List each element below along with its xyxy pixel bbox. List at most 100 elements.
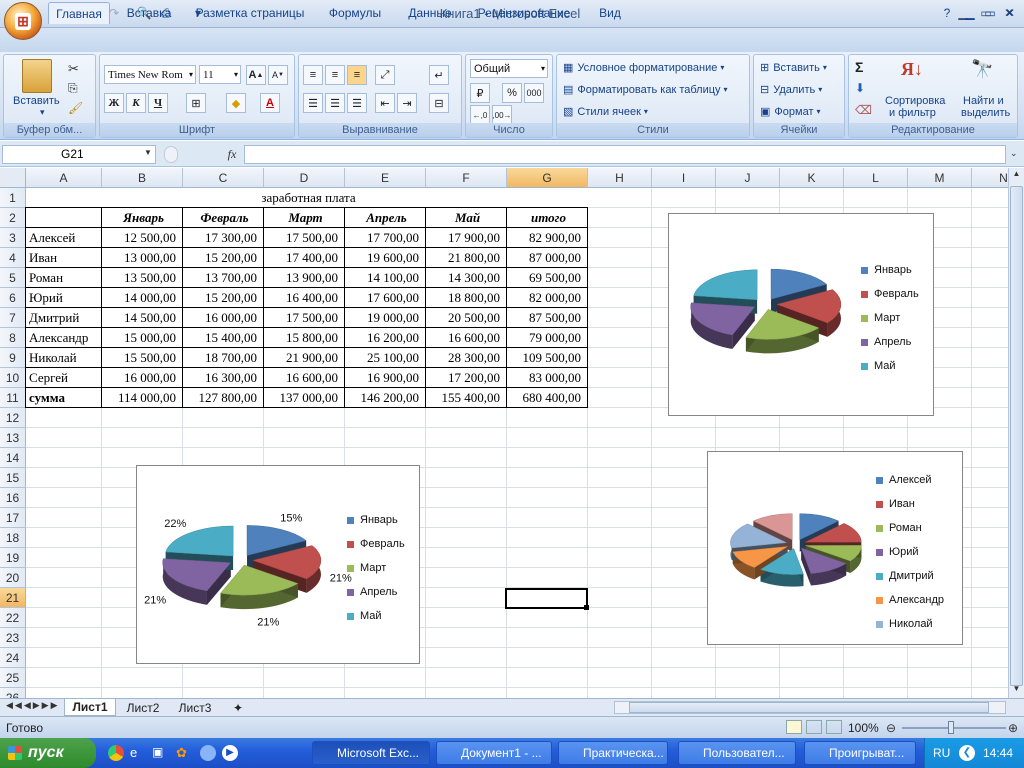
insert-function-button[interactable]: fx — [222, 145, 242, 164]
app-icon[interactable]: ✿ — [176, 745, 192, 761]
value-cell[interactable]: 16 900,00 — [344, 367, 426, 388]
tab-home[interactable]: Главная — [48, 2, 110, 24]
chart-pie-employees[interactable]: Алексей Иван Роман Юрий Дмитрий Александр Нико… — [707, 451, 963, 645]
chart-pie-months-percent[interactable]: 15% 21% 21% 21% 22% Январь Февраль Март Апрель М… — [136, 465, 420, 664]
page-break-view-icon[interactable] — [826, 720, 842, 734]
desktop-icon[interactable]: ▣ — [152, 745, 168, 761]
value-cell[interactable]: 13 000,00 — [101, 247, 183, 268]
column-header[interactable]: N — [972, 168, 1008, 188]
row-header[interactable]: 19 — [0, 548, 26, 568]
employee-name-cell[interactable]: Иван — [25, 247, 102, 268]
grow-font-button[interactable]: A ▲ — [246, 65, 266, 85]
value-cell[interactable]: 19 000,00 — [344, 307, 426, 328]
format-painter-icon[interactable]: 🖌 — [68, 101, 83, 115]
employee-name-cell[interactable]: Роман — [25, 267, 102, 288]
employee-name-cell[interactable]: Николай — [25, 347, 102, 368]
column-header[interactable]: C — [183, 168, 264, 188]
horizontal-scrollbar[interactable] — [614, 701, 1006, 714]
value-cell[interactable]: 17 700,00 — [344, 227, 426, 248]
sheet-nav-icon[interactable]: ◀◀◀▶▶▶ — [6, 700, 60, 711]
merge-center-icon[interactable]: ⊟ — [429, 93, 449, 113]
decrease-decimal-icon[interactable]: ,00→ — [492, 105, 512, 125]
value-cell[interactable]: 15 500,00 — [101, 347, 183, 368]
value-cell[interactable]: 15 400,00 — [182, 327, 264, 348]
zoom-level[interactable]: 100% — [848, 721, 879, 735]
format-as-table-button[interactable]: ▤ Форматировать как таблицу ▾ — [563, 83, 728, 97]
column-label-cell[interactable]: Январь — [101, 207, 183, 228]
row-header[interactable]: 11 — [0, 388, 26, 408]
scroll-down-icon[interactable]: ▼ — [1010, 684, 1023, 698]
value-cell[interactable]: 21 900,00 — [263, 347, 345, 368]
active-cell-cursor[interactable] — [505, 588, 588, 609]
shrink-font-button[interactable]: A ▼ — [268, 65, 288, 85]
tray-icon[interactable]: ❮ — [959, 745, 975, 761]
paste-button[interactable]: Вставить — [13, 95, 60, 107]
row-header[interactable]: 1 — [0, 188, 26, 208]
value-cell[interactable]: 18 800,00 — [425, 287, 507, 308]
align-left-icon[interactable]: ☰ — [303, 93, 323, 113]
worksheet-grid[interactable]: ABCDEFGHIJKLMN 1 2 3 4 5 6 7 8 9 10 11 12 13 14 15 16 17… — [0, 168, 1008, 698]
row-header[interactable]: 23 — [0, 628, 26, 648]
increase-decimal-icon[interactable]: ←,0 — [470, 105, 490, 125]
percent-button[interactable]: % — [502, 83, 522, 103]
value-cell[interactable]: 79 000,00 — [506, 327, 588, 348]
column-label-cell[interactable]: Февраль — [182, 207, 264, 228]
clear-icon[interactable]: ⌫ — [855, 103, 872, 117]
tab-formulas[interactable]: Формулы — [322, 2, 388, 24]
task-excel[interactable]: Microsoft Exc... — [312, 741, 430, 765]
column-header[interactable]: D — [264, 168, 345, 188]
column-header[interactable]: I — [652, 168, 716, 188]
pie-slice[interactable] — [693, 269, 758, 301]
increase-indent-icon[interactable]: ⇥ — [397, 93, 417, 113]
orientation-icon[interactable]: ⤢ — [375, 65, 395, 85]
select-all-corner[interactable] — [0, 168, 26, 188]
autosum-icon[interactable]: Σ — [855, 59, 863, 75]
sheet-tab-1[interactable]: Лист1 — [64, 699, 116, 716]
row-header[interactable]: 4 — [0, 248, 26, 268]
italic-button[interactable]: К — [126, 93, 146, 113]
value-cell[interactable]: 83 000,00 — [506, 367, 588, 388]
task-word[interactable]: Документ1 - ... — [436, 741, 552, 765]
value-cell[interactable]: 19 600,00 — [344, 247, 426, 268]
chevron-down-icon[interactable]: ▼ — [144, 148, 152, 157]
row-header[interactable]: 21 — [0, 588, 26, 608]
value-cell[interactable]: 15 000,00 — [101, 327, 183, 348]
value-cell[interactable]: 17 200,00 — [425, 367, 507, 388]
value-cell[interactable]: 14 000,00 — [101, 287, 183, 308]
row-header[interactable]: 13 — [0, 428, 26, 448]
value-cell[interactable]: 18 700,00 — [182, 347, 264, 368]
value-cell[interactable]: 13 900,00 — [263, 267, 345, 288]
value-cell[interactable]: 16 200,00 — [344, 327, 426, 348]
value-cell[interactable]: 17 500,00 — [263, 307, 345, 328]
number-format-combo[interactable]: Общий ▾ — [470, 59, 548, 78]
total-label-cell[interactable]: сумма — [25, 387, 102, 408]
align-right-icon[interactable]: ☰ — [347, 93, 367, 113]
employee-name-cell[interactable]: Алексей — [25, 227, 102, 248]
tab-data[interactable]: Данные — [400, 2, 460, 24]
chart-pie-months[interactable]: Январь Февраль Март Апрель Май — [668, 213, 934, 416]
employee-name-cell[interactable]: Дмитрий — [25, 307, 102, 328]
value-cell[interactable]: 17 900,00 — [425, 227, 507, 248]
row-header[interactable]: 2 — [0, 208, 26, 228]
total-value-cell[interactable]: 127 800,00 — [182, 387, 264, 408]
fill-color-button[interactable]: ◆ — [226, 93, 246, 113]
align-top-icon[interactable]: ≡ — [303, 65, 323, 85]
row-header[interactable]: 9 — [0, 348, 26, 368]
font-name-combo[interactable]: Times New Rom ▾ — [104, 65, 196, 84]
row-header[interactable]: 26 — [0, 688, 26, 698]
employee-name-cell[interactable]: Юрий — [25, 287, 102, 308]
align-middle-icon[interactable]: ≡ — [325, 65, 345, 85]
column-header[interactable]: G — [507, 168, 588, 188]
row-header[interactable]: 7 — [0, 308, 26, 328]
row-header[interactable]: 22 — [0, 608, 26, 628]
row-header[interactable]: 8 — [0, 328, 26, 348]
value-cell[interactable]: 15 800,00 — [263, 327, 345, 348]
pie-slice[interactable] — [165, 525, 234, 557]
zoom-in-icon[interactable]: ⊕ — [1008, 721, 1018, 735]
value-cell[interactable]: 16 600,00 — [263, 367, 345, 388]
bold-button[interactable]: Ж — [104, 93, 124, 113]
tab-insert[interactable]: Вставка — [118, 2, 180, 24]
formula-input[interactable] — [244, 145, 1006, 164]
zoom-out-icon[interactable]: ⊖ — [886, 721, 896, 735]
value-cell[interactable]: 17 400,00 — [263, 247, 345, 268]
